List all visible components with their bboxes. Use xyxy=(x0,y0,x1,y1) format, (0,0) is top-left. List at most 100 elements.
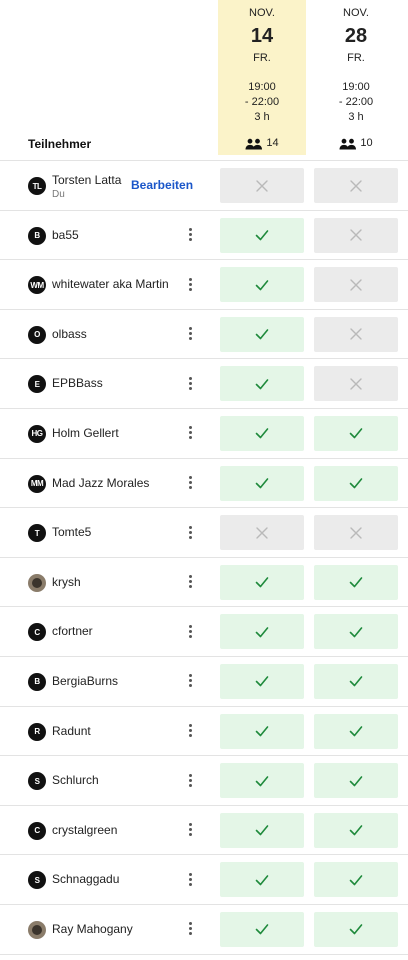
vote-cell-yes[interactable] xyxy=(314,614,398,650)
participant-name: cfortner xyxy=(52,624,93,639)
participant-row: T Tomte5 xyxy=(0,508,408,558)
vote-cell-yes[interactable] xyxy=(220,267,304,303)
more-options-icon[interactable] xyxy=(182,424,198,442)
check-icon xyxy=(255,627,269,638)
cross-icon xyxy=(350,378,362,390)
cross-icon xyxy=(256,179,268,192)
vote-cell-yes[interactable] xyxy=(220,663,304,699)
participant-row: Oolbass xyxy=(0,310,408,360)
vote-cell-yes[interactable] xyxy=(314,911,398,947)
more-options-icon[interactable] xyxy=(182,920,198,938)
more-options-icon[interactable] xyxy=(182,325,198,343)
vote-cell-yes[interactable] xyxy=(314,812,398,848)
vote-cell-no[interactable] xyxy=(314,366,398,402)
vote-cell-yes[interactable] xyxy=(220,763,304,799)
time-end: - 22:00 xyxy=(338,96,374,108)
participant-count-value: 10 xyxy=(360,137,373,149)
vote-cell-yes[interactable] xyxy=(314,663,398,699)
vote-cell-yes[interactable] xyxy=(220,316,304,352)
participant-name: Schlurch xyxy=(52,773,99,788)
more-options-icon[interactable] xyxy=(182,275,198,293)
participant-name: krysh xyxy=(52,574,81,589)
vote-cell-yes[interactable] xyxy=(220,564,304,600)
vote-cell-yes[interactable] xyxy=(220,862,304,898)
more-options-icon[interactable] xyxy=(182,573,198,591)
participant-row: E EPBBass xyxy=(0,359,408,409)
more-options-icon[interactable] xyxy=(182,622,198,640)
check-icon xyxy=(255,875,269,886)
time-start: 19:00 xyxy=(342,81,370,93)
participant-count: 14 xyxy=(218,136,306,151)
cross-icon xyxy=(350,229,362,241)
cross-icon xyxy=(350,526,362,539)
participant-row: B BergiaBurns xyxy=(0,657,408,707)
vote-cell-no[interactable] xyxy=(314,316,398,352)
participant-name: Schnaggadu xyxy=(52,872,120,887)
vote-cell-yes[interactable] xyxy=(220,911,304,947)
avatar: MM xyxy=(28,474,46,493)
avatar: HG xyxy=(28,424,46,443)
more-options-icon[interactable] xyxy=(182,474,198,492)
check-icon xyxy=(255,577,269,588)
check-icon xyxy=(255,428,269,439)
participant-name: whitewater aka Martin xyxy=(52,277,169,292)
participant-row: HG Holm Gellert xyxy=(0,409,408,459)
date-month: NOV. xyxy=(343,7,369,19)
participant-name: Ray Mahogany xyxy=(52,921,133,936)
more-options-icon[interactable] xyxy=(182,771,198,789)
avatar: C xyxy=(28,623,46,642)
more-options-icon[interactable] xyxy=(182,672,198,690)
vote-cell-no[interactable] xyxy=(220,515,304,551)
more-options-icon[interactable] xyxy=(182,870,198,888)
vote-cell-yes[interactable] xyxy=(220,713,304,749)
vote-cell-yes[interactable] xyxy=(314,763,398,799)
check-icon xyxy=(255,279,269,290)
more-options-icon[interactable] xyxy=(182,374,198,392)
avatar: WM xyxy=(28,276,46,295)
vote-cell-no[interactable] xyxy=(220,168,304,203)
vote-cell-yes[interactable] xyxy=(220,465,304,501)
check-icon xyxy=(255,775,269,786)
vote-cell-yes[interactable] xyxy=(314,415,398,451)
participant-name: crystalgreen xyxy=(52,822,118,837)
vote-cell-yes[interactable] xyxy=(220,614,304,650)
more-options-icon[interactable] xyxy=(182,821,198,839)
cross-icon xyxy=(350,278,362,291)
time-end: - 22:00 xyxy=(244,96,280,108)
vote-cell-yes[interactable] xyxy=(220,366,304,402)
participant-name: Torsten Latta xyxy=(52,173,122,187)
participant-row: WM whitewater aka Martin xyxy=(0,260,408,310)
more-options-icon[interactable] xyxy=(182,226,198,244)
participant-row: Ccfortner xyxy=(0,607,408,657)
vote-cell-yes[interactable] xyxy=(220,415,304,451)
vote-cell-no[interactable] xyxy=(314,168,398,203)
duration: 3 h xyxy=(348,111,364,123)
check-icon xyxy=(349,577,363,588)
participant-name: olbass xyxy=(52,326,87,341)
avatar: TL xyxy=(28,177,46,195)
participant-subtitle: Du xyxy=(52,189,65,200)
vote-cell-yes[interactable] xyxy=(220,217,304,253)
vote-cell-yes[interactable] xyxy=(314,564,398,600)
edit-link[interactable]: Bearbeiten xyxy=(131,178,193,192)
participant-row: krysh xyxy=(0,558,408,608)
vote-cell-yes[interactable] xyxy=(314,862,398,898)
vote-cell-no[interactable] xyxy=(314,515,398,551)
vote-cell-no[interactable] xyxy=(314,217,398,253)
duration: 3 h xyxy=(254,111,270,123)
avatar: E xyxy=(28,375,46,394)
check-icon xyxy=(349,627,363,638)
vote-cell-yes[interactable] xyxy=(314,713,398,749)
more-options-icon[interactable] xyxy=(182,523,198,541)
more-options-icon[interactable] xyxy=(182,722,198,740)
check-icon xyxy=(349,775,363,786)
vote-cell-no[interactable] xyxy=(314,267,398,303)
check-icon xyxy=(349,478,363,489)
vote-cell-yes[interactable] xyxy=(314,465,398,501)
avatar: C xyxy=(28,821,46,840)
check-icon xyxy=(255,329,269,340)
participant-row: MM Mad Jazz Morales xyxy=(0,459,408,509)
cross-icon xyxy=(256,526,268,539)
participant-name: BergiaBurns xyxy=(52,673,119,688)
vote-cell-yes[interactable] xyxy=(220,812,304,848)
